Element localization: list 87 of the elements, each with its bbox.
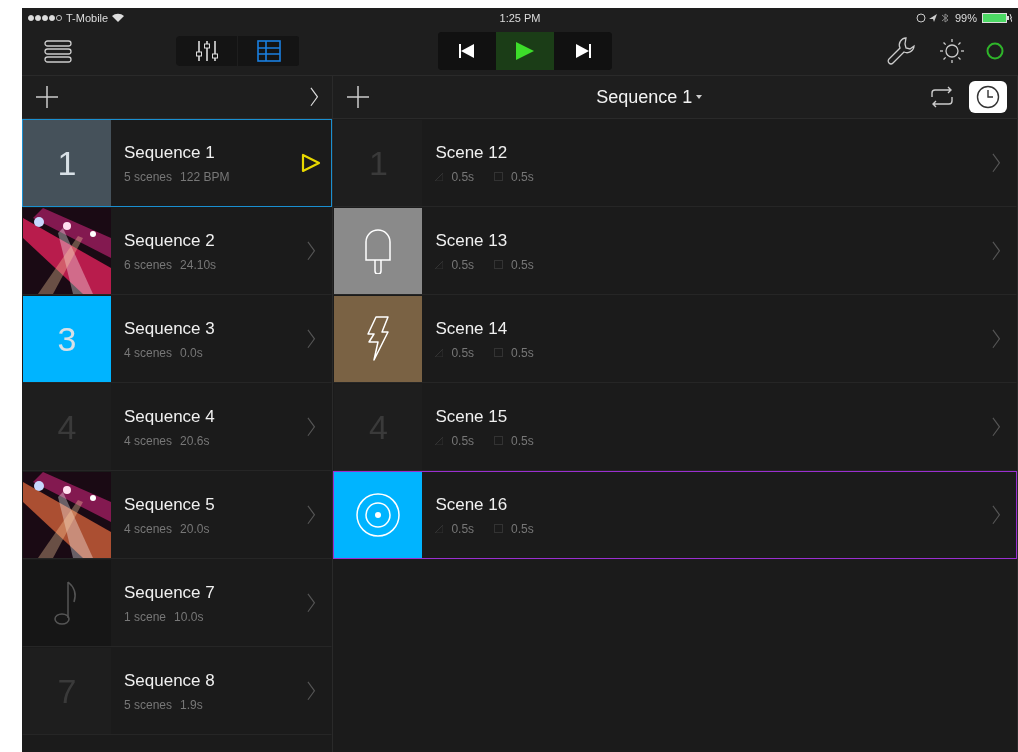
play-icon xyxy=(515,41,535,61)
caret-icon xyxy=(696,95,703,99)
sequence-row[interactable]: 3 Sequence 3 4 scenes 0.0s xyxy=(22,295,333,383)
sequence-title: Sequence 1 xyxy=(124,142,216,163)
chevron-icon xyxy=(307,241,316,261)
hold-time: 0.5s xyxy=(511,345,534,360)
chevron-icon xyxy=(307,681,316,701)
hold-icon xyxy=(494,348,504,357)
chevron-icon xyxy=(991,329,1001,349)
battery-icon xyxy=(982,12,1012,23)
popsicle-icon xyxy=(364,228,393,274)
lightning-bolt-icon xyxy=(366,316,391,362)
target-icon xyxy=(355,492,402,538)
chevron-icon xyxy=(307,417,316,437)
fade-time: 0.5s xyxy=(451,433,475,448)
sequence-detail: 4 scenes xyxy=(124,433,173,448)
hold-time: 0.5s xyxy=(511,433,534,448)
clock-time: 1:25 PM xyxy=(499,11,541,24)
chevron-icon xyxy=(307,505,316,525)
status-icons xyxy=(915,12,950,23)
sequence-row[interactable]: 1 Sequence 1 5 scenes 122 BPM xyxy=(22,119,333,207)
sequence-title: Sequence 5 xyxy=(124,494,216,515)
hold-time: 0.5s xyxy=(511,521,534,536)
scene-title: Scene 13 xyxy=(435,230,509,251)
sequence-detail: 1 scene xyxy=(124,609,167,624)
sequence-detail: 4 scenes xyxy=(124,345,173,360)
sequence-row[interactable]: Sequence 5 4 scenes 20.0s xyxy=(22,471,333,559)
sequence-title: Sequence 8 xyxy=(124,670,216,691)
scene-title: Scene 15 xyxy=(435,406,509,427)
timer-button[interactable] xyxy=(969,81,1007,113)
thumbnail-number: 1 xyxy=(57,143,77,183)
sequence-title: Sequence 7 xyxy=(124,582,216,603)
fade-time: 0.5s xyxy=(451,345,475,360)
sequence-detail: 4 scenes xyxy=(124,521,173,536)
sequence-detail: 5 scenes xyxy=(124,169,173,184)
sequence-title: Sequence 2 xyxy=(124,230,216,251)
sequence-detail: 0.0s xyxy=(180,345,203,360)
scene-title: Scene 16 xyxy=(435,494,509,515)
signal-icon xyxy=(28,14,62,21)
wifi-icon xyxy=(112,13,125,22)
chevron-icon xyxy=(991,153,1001,173)
chevron-icon xyxy=(307,593,316,613)
fade-icon xyxy=(435,436,444,445)
sequence-detail: 5 scenes xyxy=(124,697,173,712)
battery-percent: 99% xyxy=(954,11,977,24)
sequence-picker[interactable]: Sequence 1 xyxy=(373,85,925,109)
scene-title: Scene 14 xyxy=(435,318,509,339)
scene-row[interactable]: Scene 13 0.5s 0.5s xyxy=(333,207,1017,295)
chevron-icon xyxy=(991,417,1001,437)
sequence-detail: 20.0s xyxy=(180,521,210,536)
chevron-icon xyxy=(991,505,1001,525)
sequence-title: Sequence 4 xyxy=(124,406,216,427)
fade-time: 0.5s xyxy=(451,521,475,536)
scene-row[interactable]: Scene 14 0.5s 0.5s xyxy=(333,295,1017,383)
chevron-icon xyxy=(310,87,319,107)
scene-title: Scene 12 xyxy=(435,142,509,163)
table-icon xyxy=(256,40,281,62)
sequence-detail: 24.10s xyxy=(180,257,217,272)
hold-icon xyxy=(494,436,504,445)
sequence-detail: 1.9s xyxy=(180,697,203,712)
play-button[interactable] xyxy=(496,32,554,70)
thumbnail-number: 3 xyxy=(57,319,77,359)
next-icon xyxy=(575,44,591,58)
fade-icon xyxy=(435,348,444,357)
chevron-icon xyxy=(991,241,1001,261)
sequence-row[interactable]: Sequence 7 1 scene 10.0s xyxy=(22,559,333,647)
fade-time: 0.5s xyxy=(451,257,475,272)
sequence-detail: 10.0s xyxy=(174,609,204,624)
sequence-title: Sequence 3 xyxy=(124,318,216,339)
scene-row[interactable]: Scene 16 0.5s 0.5s xyxy=(333,471,1017,559)
previous-icon xyxy=(459,44,475,58)
fade-icon xyxy=(435,260,444,269)
hold-icon xyxy=(494,172,504,181)
chevron-icon xyxy=(307,329,316,349)
fade-icon xyxy=(435,524,444,533)
hold-time: 0.5s xyxy=(511,169,534,184)
hold-icon xyxy=(494,524,504,533)
fade-time: 0.5s xyxy=(451,169,475,184)
carrier-name: T-Mobile xyxy=(66,11,109,24)
sliders-icon xyxy=(194,40,219,62)
fade-icon xyxy=(435,172,444,181)
sequence-detail: 20.6s xyxy=(180,433,210,448)
hold-icon xyxy=(494,260,504,269)
hold-time: 0.5s xyxy=(511,257,534,272)
sequence-detail: 122 BPM xyxy=(180,169,230,184)
sequence-detail: 6 scenes xyxy=(124,257,173,272)
sequence-row[interactable]: Sequence 2 6 scenes 24.10s xyxy=(22,207,333,295)
